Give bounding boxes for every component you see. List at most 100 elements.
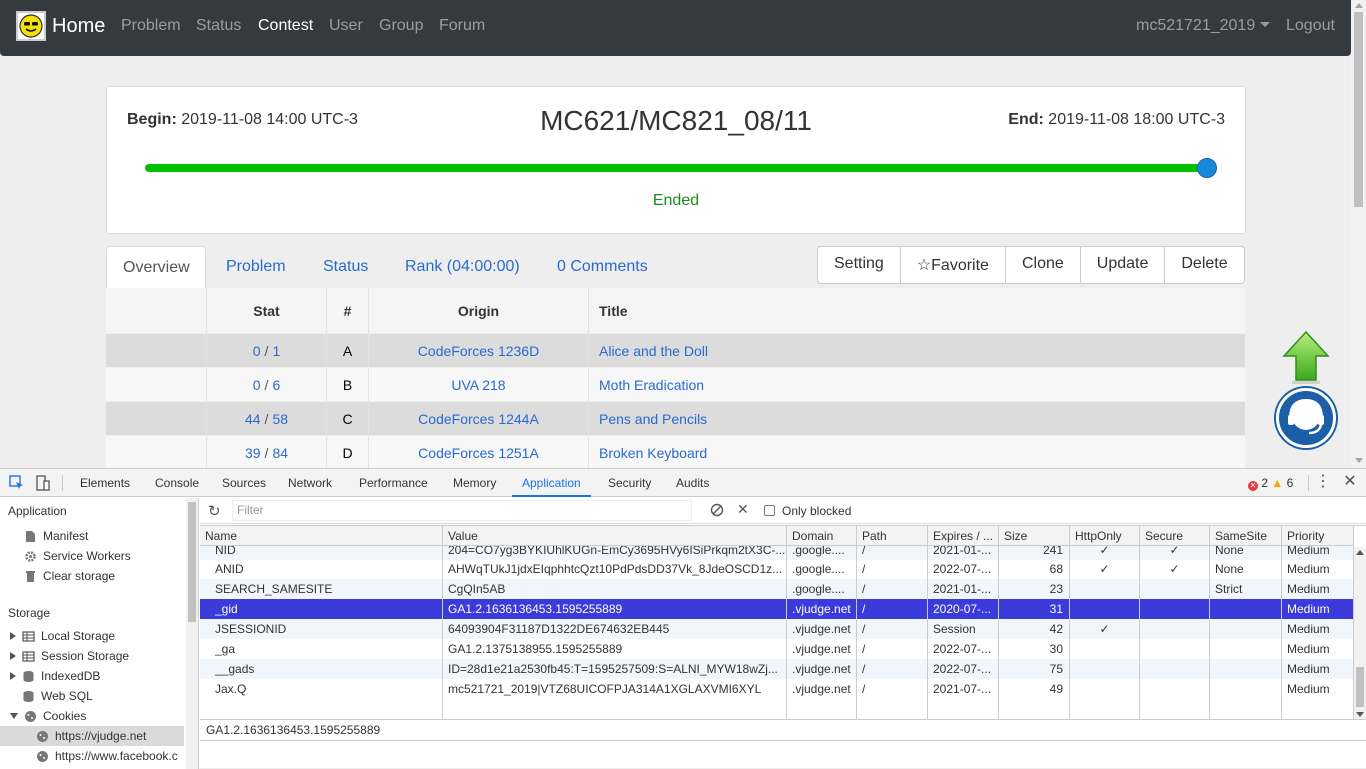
support-headset-icon[interactable] (1276, 388, 1336, 448)
tab-overview[interactable]: Overview (106, 246, 206, 289)
scroll-down-icon[interactable] (1356, 712, 1364, 717)
sidebar-item-indexeddb[interactable]: IndexedDB (10, 666, 100, 686)
tried-count[interactable]: 1 (272, 343, 280, 359)
clone-button[interactable]: Clone (1006, 247, 1081, 283)
sidebar-item-cookies[interactable]: Cookies (10, 706, 86, 726)
delete-selected-icon[interactable]: ✕ (737, 501, 749, 518)
close-devtools-icon[interactable]: ✕ (1341, 474, 1359, 492)
user-menu[interactable]: mc521721_2019 (1136, 17, 1271, 35)
column-header-httponly[interactable]: HttpOnly (1070, 526, 1140, 546)
sidebar-item-manifest[interactable]: Manifest (24, 526, 88, 546)
cookie-table-scrollbar[interactable] (1354, 547, 1366, 719)
solved-count[interactable]: 39 (245, 445, 261, 461)
origin-cell: UVA 218 (368, 368, 588, 401)
column-header-expires[interactable]: Expires / ... (928, 526, 999, 546)
dt-tab-network[interactable]: Network (288, 469, 332, 497)
refresh-icon[interactable]: ↻ (208, 502, 221, 520)
cookie-scroll-thumb[interactable] (1356, 667, 1364, 707)
dt-tab-sources[interactable]: Sources (222, 469, 266, 497)
column-header-domain[interactable]: Domain (787, 526, 857, 546)
dt-tab-memory[interactable]: Memory (453, 469, 496, 497)
sidebar-item-local-storage[interactable]: Local Storage (10, 626, 115, 646)
collapsed-arrow-icon[interactable] (10, 672, 16, 680)
nav-forum[interactable]: Forum (439, 17, 485, 35)
scroll-top-arrow-icon[interactable] (1282, 330, 1330, 384)
inspect-element-icon[interactable] (8, 474, 26, 492)
tried-count[interactable]: 58 (272, 411, 288, 427)
update-button[interactable]: Update (1081, 247, 1166, 283)
dt-tab-security[interactable]: Security (608, 469, 651, 497)
nav-user[interactable]: User (329, 17, 363, 35)
solved-count[interactable]: 44 (245, 411, 261, 427)
setting-button[interactable]: Setting (818, 247, 901, 283)
scroll-thumb[interactable] (1354, 12, 1363, 207)
sidebar-scroll-thumb[interactable] (188, 502, 196, 622)
page-scrollbar[interactable] (1351, 0, 1366, 468)
column-divider (200, 546, 443, 719)
scroll-down-icon[interactable] (1355, 458, 1363, 463)
tried-count[interactable]: 84 (272, 445, 288, 461)
tab-rank[interactable]: Rank (04:00:00) (389, 246, 536, 289)
nav-status[interactable]: Status (196, 17, 241, 35)
problem-origin-link[interactable]: CodeForces 1236D (418, 343, 539, 359)
sidebar-item-clear-storage[interactable]: Clear storage (24, 566, 115, 586)
contest-header-card: Begin: 2019-11-08 14:00 UTC-3 MC621/MC82… (106, 86, 1246, 234)
column-header-secure[interactable]: Secure (1140, 526, 1210, 546)
sidebar-cookie-site-vjudge[interactable]: https://vjudge.net (0, 726, 184, 746)
only-blocked-checkbox[interactable] (764, 505, 775, 516)
stat-separator: / (264, 410, 269, 427)
solved-count[interactable]: 0 (253, 377, 261, 393)
scroll-up-icon[interactable] (1356, 550, 1364, 555)
column-header-priority[interactable]: Priority (1282, 526, 1354, 546)
problem-origin-link[interactable]: CodeForces 1251A (418, 445, 539, 461)
problem-number: B (326, 368, 368, 401)
collapsed-arrow-icon[interactable] (10, 632, 16, 640)
delete-button[interactable]: Delete (1165, 247, 1243, 283)
sidebar-scrollbar[interactable] (186, 498, 198, 769)
favorite-button[interactable]: ☆Favorite (901, 247, 1006, 283)
problem-origin-link[interactable]: CodeForces 1244A (418, 411, 539, 427)
problem-origin-link[interactable]: UVA 218 (451, 377, 505, 393)
sidebar-cookie-site-facebook[interactable]: https://www.facebook.c (0, 746, 184, 766)
nav-problem[interactable]: Problem (121, 17, 181, 35)
problem-title-link[interactable]: Broken Keyboard (599, 445, 707, 461)
tab-problem[interactable]: Problem (210, 246, 302, 289)
expanded-arrow-icon[interactable] (10, 713, 18, 719)
brand-home[interactable]: Home (16, 11, 105, 41)
tab-comments[interactable]: 0 Comments (541, 246, 664, 289)
solved-count[interactable]: 0 (253, 343, 261, 359)
progress-slider-knob[interactable] (1197, 158, 1217, 178)
problem-title-link[interactable]: Pens and Pencils (599, 411, 707, 427)
sidebar-item-service-workers[interactable]: Service Workers (24, 546, 131, 566)
dt-tab-performance[interactable]: Performance (359, 469, 428, 497)
problem-title-link[interactable]: Alice and the Doll (599, 343, 708, 359)
filter-input[interactable]: Filter (232, 500, 692, 521)
sidebar-item-session-storage[interactable]: Session Storage (10, 646, 129, 666)
caret-down-icon (1260, 22, 1271, 27)
tried-count[interactable]: 6 (272, 377, 280, 393)
column-header-path[interactable]: Path (857, 526, 928, 546)
contest-status: Ended (652, 192, 700, 209)
dt-tab-audits[interactable]: Audits (676, 469, 709, 497)
dt-tab-console[interactable]: Console (155, 469, 199, 497)
column-header-samesite[interactable]: SameSite (1210, 526, 1282, 546)
issue-counters[interactable]: ✕ 2 ▲ 6 (1248, 476, 1293, 491)
stat-separator: / (264, 376, 269, 393)
nav-contest[interactable]: Contest (258, 17, 313, 35)
scroll-up-icon[interactable] (1355, 3, 1363, 8)
collapsed-arrow-icon[interactable] (10, 652, 16, 660)
dt-tab-elements[interactable]: Elements (80, 469, 130, 497)
logout-link[interactable]: Logout (1286, 17, 1335, 35)
column-header-value[interactable]: Value (443, 526, 787, 546)
column-header-size[interactable]: Size (999, 526, 1070, 546)
nav-group[interactable]: Group (379, 17, 423, 35)
more-options-icon[interactable]: ⋮ (1314, 474, 1332, 492)
column-header-name[interactable]: Name (200, 526, 443, 546)
problem-table: Stat # Origin Title 0/1 A CodeForces 1236D… (106, 288, 1245, 468)
device-toolbar-icon[interactable] (34, 474, 52, 492)
sidebar-item-web-sql[interactable]: Web SQL (10, 686, 93, 706)
problem-title-link[interactable]: Moth Eradication (599, 377, 704, 393)
clear-all-icon[interactable] (710, 503, 724, 520)
tab-status[interactable]: Status (307, 246, 384, 289)
dt-tab-application[interactable]: Application (512, 469, 591, 497)
